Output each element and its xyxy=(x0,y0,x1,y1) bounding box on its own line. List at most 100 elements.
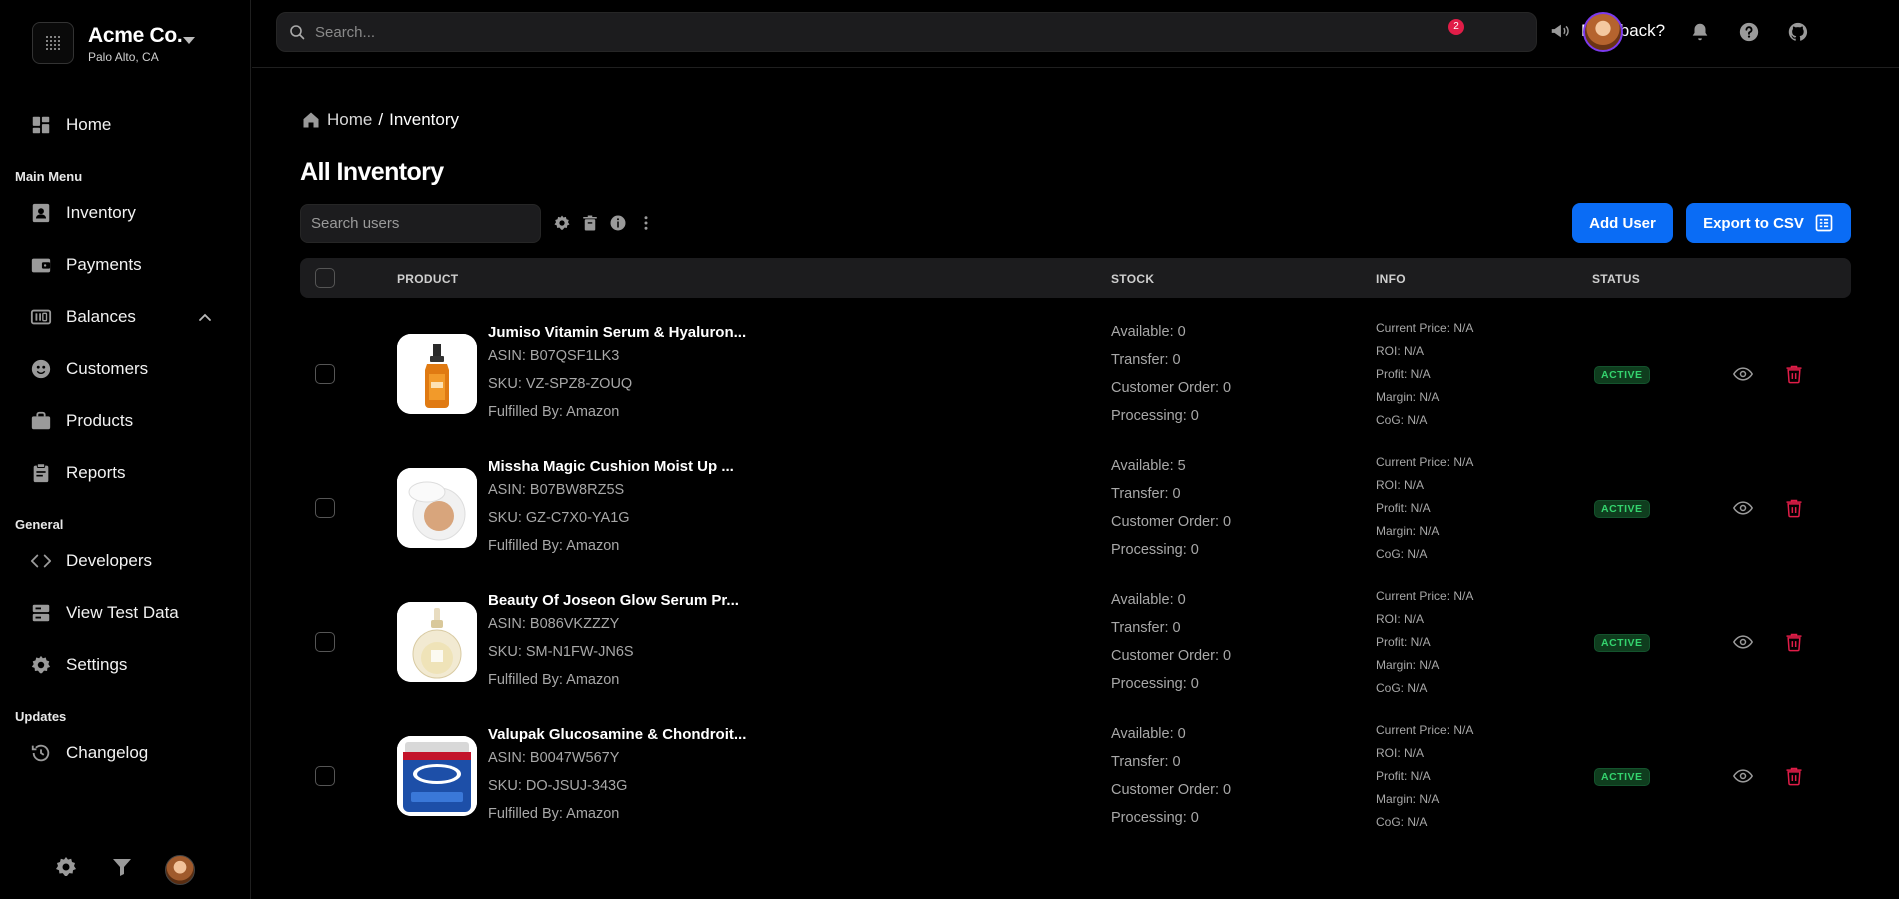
balance-meter-icon xyxy=(30,309,52,325)
product-sku: SKU: SM-N1FW-JN6S xyxy=(488,644,634,660)
sidebar-item-label: Changelog xyxy=(66,743,149,762)
add-user-button[interactable]: Add User xyxy=(1572,203,1673,243)
product-asin: ASIN: B07QSF1LK3 xyxy=(488,348,620,364)
sidebar-item-balances[interactable]: Balances xyxy=(30,302,136,332)
column-header-status[interactable]: STATUS xyxy=(1592,272,1640,286)
eye-icon[interactable] xyxy=(1733,632,1753,652)
delete-icon[interactable] xyxy=(1784,632,1804,652)
sidebar-item-changelog[interactable]: Changelog xyxy=(30,738,148,768)
brand-location: Palo Alto, CA xyxy=(88,50,159,64)
product-thumbnail xyxy=(397,736,477,816)
code-icon xyxy=(30,554,52,568)
delete-icon[interactable] xyxy=(1784,498,1804,518)
help-icon[interactable] xyxy=(1738,21,1760,43)
sidebar-item-customers[interactable]: Customers xyxy=(30,354,148,384)
search-icon xyxy=(290,25,305,40)
product-thumbnail xyxy=(397,468,477,548)
info-icon[interactable] xyxy=(609,214,627,232)
status-badge: ACTIVE xyxy=(1594,500,1650,518)
sidebar-item-label: Customers xyxy=(66,359,149,378)
eye-icon[interactable] xyxy=(1733,766,1753,786)
info-current-price: Current Price: N/A xyxy=(1376,723,1474,737)
breadcrumb: Home / Inventory xyxy=(301,110,459,130)
product-asin: ASIN: B0047W567Y xyxy=(488,750,620,766)
trash-icon[interactable] xyxy=(581,214,599,232)
info-cog: CoG: N/A xyxy=(1376,547,1428,561)
topbar: Feedback? xyxy=(252,0,1899,68)
stock-transfer: Transfer: 0 xyxy=(1111,620,1181,636)
global-search[interactable] xyxy=(276,12,1537,52)
stock-processing: Processing: 0 xyxy=(1111,810,1199,826)
column-header-info[interactable]: INFO xyxy=(1376,272,1406,286)
home-icon[interactable] xyxy=(301,110,321,130)
sidebar-item-developers[interactable]: Developers xyxy=(30,546,152,576)
breadcrumb-separator: / xyxy=(378,110,384,129)
search-users-input[interactable] xyxy=(311,215,531,232)
dashboard-icon xyxy=(32,116,50,134)
sidebar-item-reports[interactable]: Reports xyxy=(30,458,126,488)
caret-down-icon[interactable] xyxy=(183,37,195,44)
sidebar-item-inventory[interactable]: Inventory xyxy=(30,198,136,228)
select-all-checkbox[interactable] xyxy=(315,268,335,288)
nav-section-updates: Updates xyxy=(15,709,67,724)
wallet-icon xyxy=(31,258,51,273)
sidebar-item-home[interactable]: Home xyxy=(30,110,111,140)
sidebar-item-products[interactable]: Products xyxy=(30,406,133,436)
export-csv-button[interactable]: Export to CSV xyxy=(1686,203,1851,243)
stock-processing: Processing: 0 xyxy=(1111,542,1199,558)
bell-icon[interactable] xyxy=(1689,21,1711,43)
delete-icon[interactable] xyxy=(1784,364,1804,384)
filter-icon[interactable] xyxy=(110,855,134,879)
info-roi: ROI: N/A xyxy=(1376,746,1425,760)
gear-icon[interactable] xyxy=(553,214,571,232)
sidebar-item-payments[interactable]: Payments xyxy=(30,250,142,280)
more-vertical-icon[interactable] xyxy=(637,214,655,232)
info-current-price: Current Price: N/A xyxy=(1376,589,1474,603)
search-input[interactable] xyxy=(315,23,1495,41)
github-icon[interactable] xyxy=(1787,21,1809,43)
row-checkbox[interactable] xyxy=(315,364,335,384)
product-fulfilled-by: Fulfilled By: Amazon xyxy=(488,672,620,688)
product-name[interactable]: Missha Magic Cushion Moist Up ... xyxy=(488,458,734,475)
sidebar-item-settings[interactable]: Settings xyxy=(30,650,127,680)
delete-icon[interactable] xyxy=(1784,766,1804,786)
cushion-compact-image xyxy=(397,468,477,548)
avatar[interactable] xyxy=(165,855,195,885)
sidebar-item-label: Home xyxy=(66,115,112,134)
product-sku: SKU: DO-JSUJ-343G xyxy=(488,778,628,794)
stock-transfer: Transfer: 0 xyxy=(1111,754,1181,770)
stock-customer-order: Customer Order: 0 xyxy=(1111,380,1232,396)
sidebar-item-view-test-data[interactable]: View Test Data xyxy=(30,598,179,628)
info-margin: Margin: N/A xyxy=(1376,792,1440,806)
chevron-up-icon[interactable] xyxy=(197,310,213,326)
org-switcher[interactable]: Acme Co. Palo Alto, CA xyxy=(32,22,183,64)
gear-icon[interactable] xyxy=(54,855,78,879)
sidebar-item-label: Balances xyxy=(66,307,136,326)
eye-icon[interactable] xyxy=(1733,498,1753,518)
info-roi: ROI: N/A xyxy=(1376,478,1425,492)
column-header-product[interactable]: PRODUCT xyxy=(397,272,458,286)
product-name[interactable]: Beauty Of Joseon Glow Serum Pr... xyxy=(488,592,739,609)
page-title: All Inventory xyxy=(300,158,444,186)
megaphone-icon xyxy=(1551,24,1569,38)
row-checkbox[interactable] xyxy=(315,766,335,786)
row-checkbox[interactable] xyxy=(315,632,335,652)
product-name[interactable]: Jumiso Vitamin Serum & Hyaluron... xyxy=(488,324,746,341)
product-name[interactable]: Valupak Glucosamine & Chondroit... xyxy=(488,726,746,743)
gear-icon xyxy=(31,655,51,674)
supplement-tub-image xyxy=(397,736,477,816)
user-avatar[interactable] xyxy=(1583,12,1623,52)
row-checkbox[interactable] xyxy=(315,498,335,518)
info-profit: Profit: N/A xyxy=(1376,635,1431,649)
info-cog: CoG: N/A xyxy=(1376,413,1428,427)
column-header-stock[interactable]: STOCK xyxy=(1111,272,1154,286)
info-margin: Margin: N/A xyxy=(1376,658,1440,672)
history-icon xyxy=(31,744,50,762)
breadcrumb-home-link[interactable]: Home xyxy=(327,110,372,130)
stock-transfer: Transfer: 0 xyxy=(1111,486,1181,502)
contact-card-icon xyxy=(32,203,50,223)
table-search[interactable] xyxy=(300,204,541,243)
eye-icon[interactable] xyxy=(1733,364,1753,384)
product-fulfilled-by: Fulfilled By: Amazon xyxy=(488,538,620,554)
face-icon xyxy=(31,359,51,379)
